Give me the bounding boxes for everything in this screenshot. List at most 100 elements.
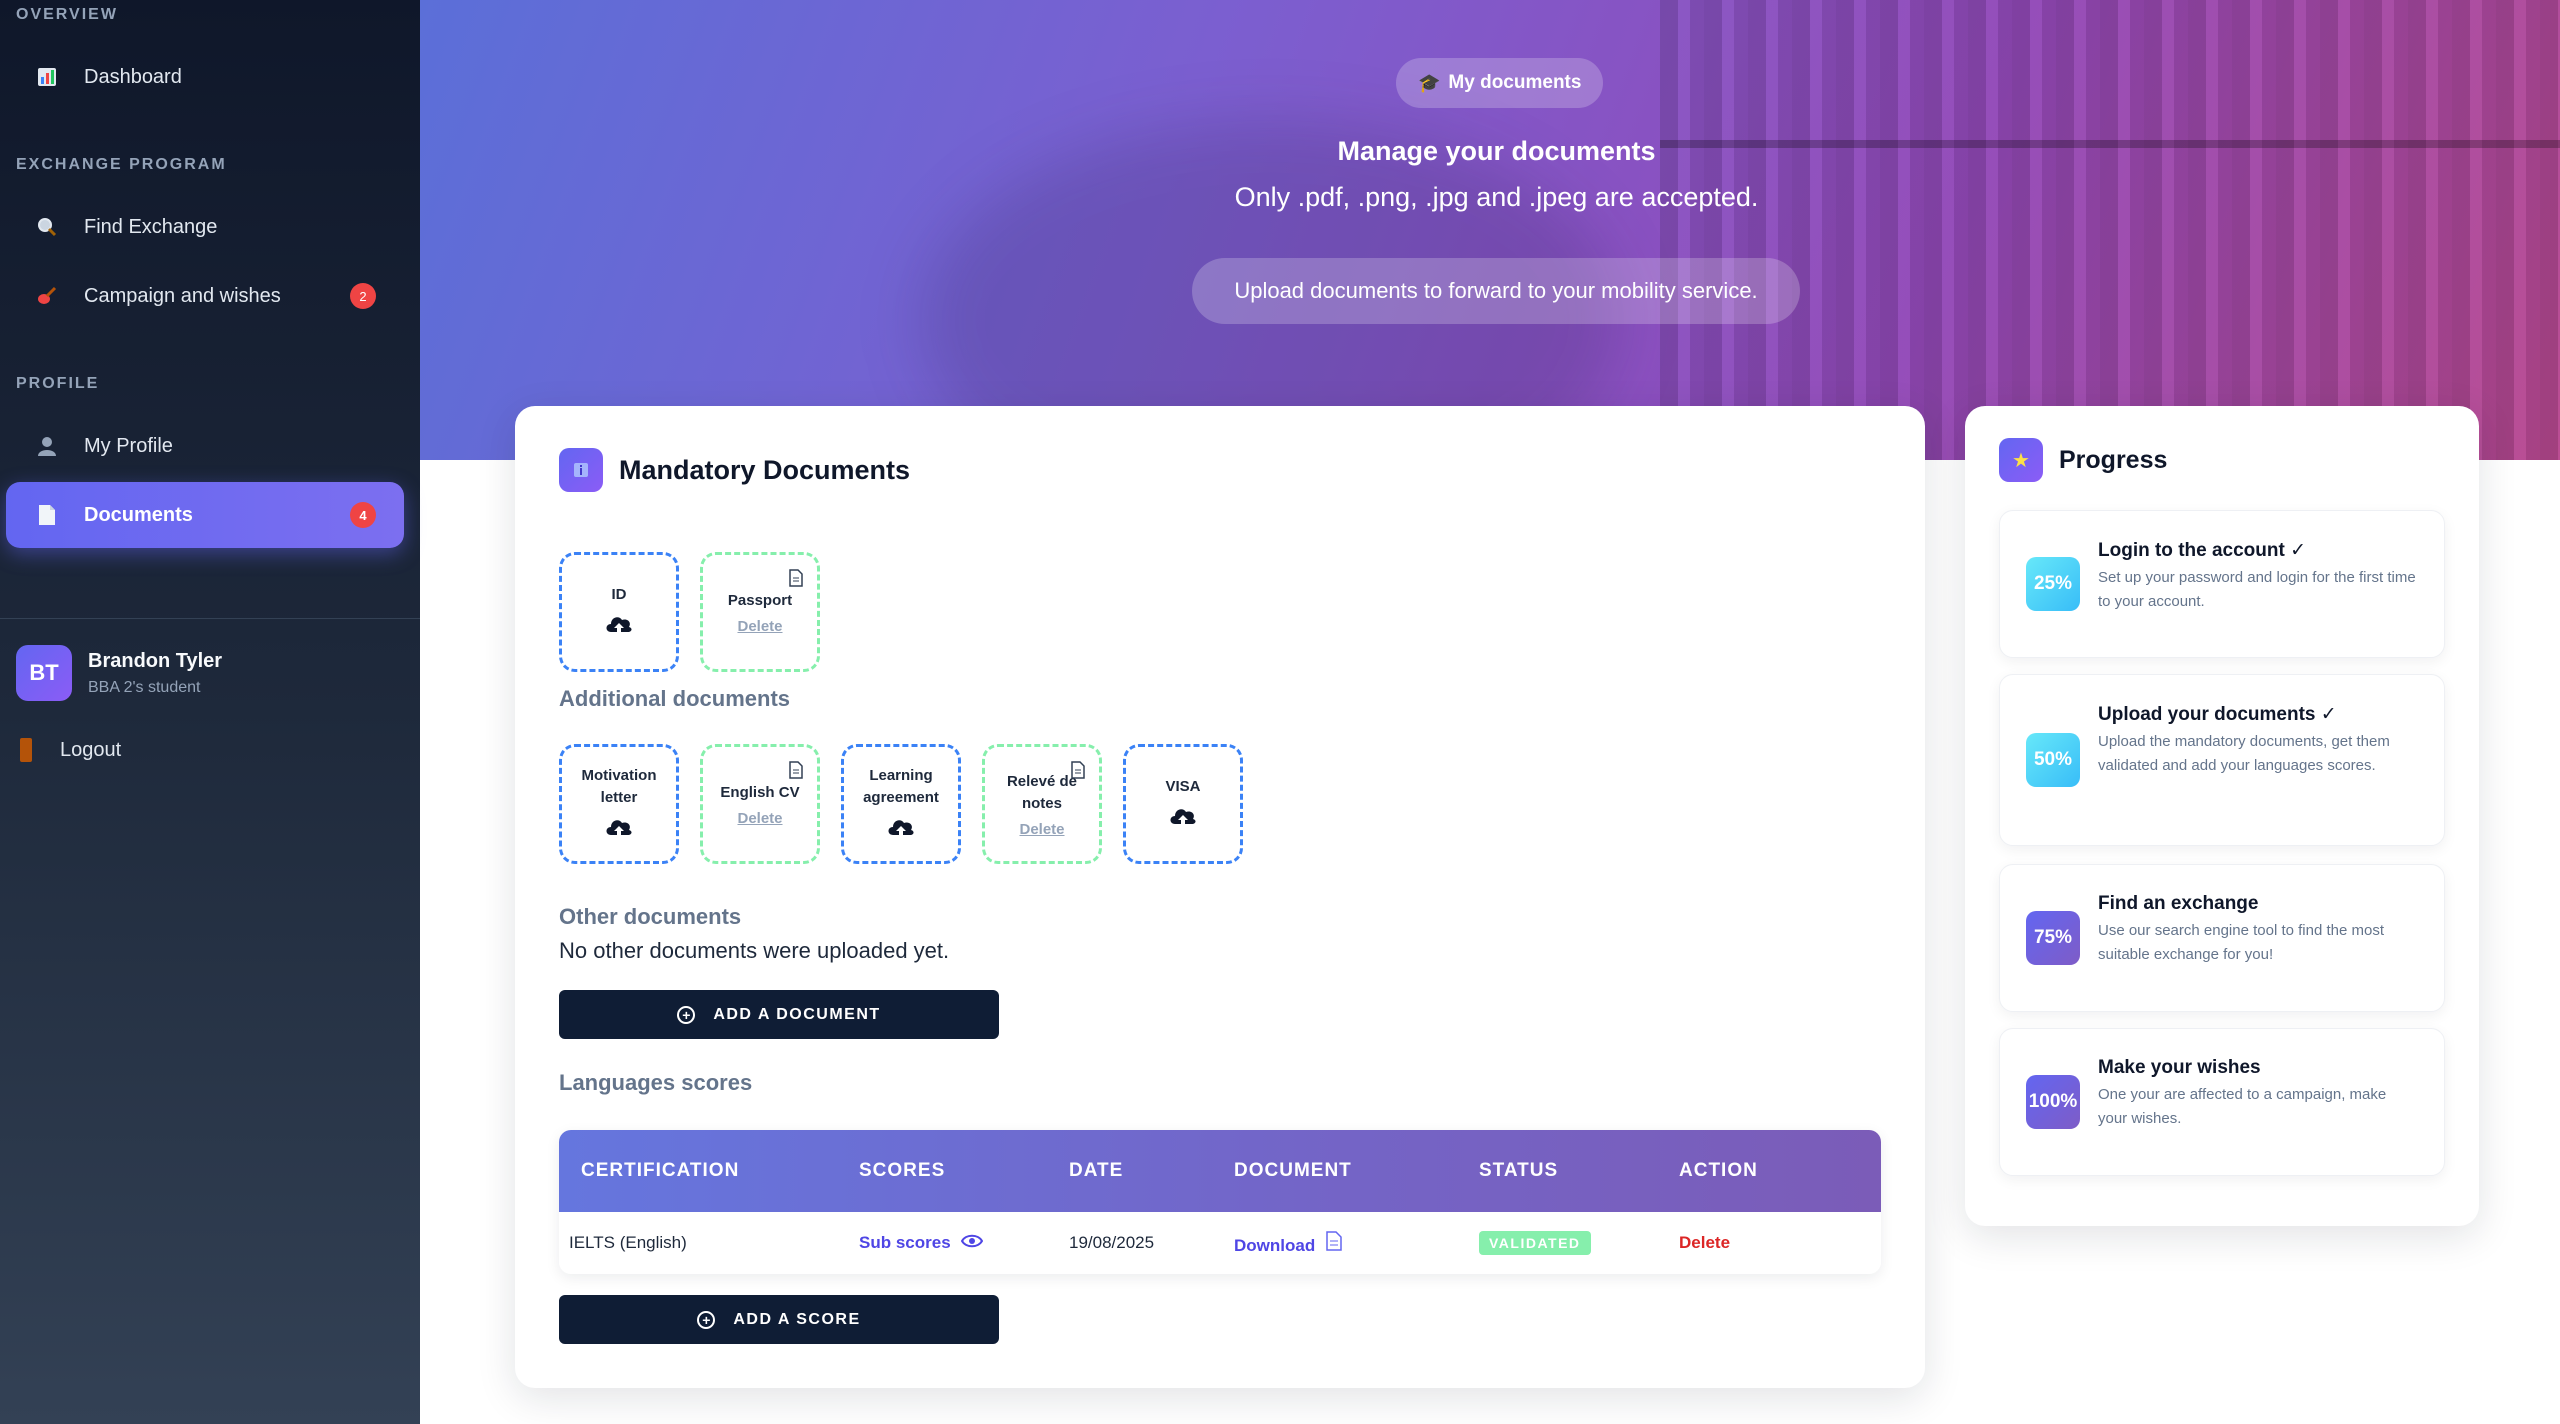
sub-scores-label: Sub scores [859, 1233, 951, 1252]
column-header-document: DOCUMENT [1234, 1160, 1352, 1181]
table-header-row: CERTIFICATION SCORES DATE DOCUMENT STATU… [559, 1130, 1881, 1212]
sidebar-item-documents[interactable]: Documents 4 [6, 482, 404, 548]
delete-link[interactable]: Delete [737, 810, 782, 827]
cloud-upload-icon[interactable] [1168, 804, 1198, 833]
tile-label: ID [611, 585, 627, 603]
logout-label: Logout [60, 738, 122, 761]
progress-step-wishes: 100% Make your wishes One your are affec… [1999, 1028, 2445, 1176]
sidebar-item-label: Campaign and wishes [84, 284, 281, 307]
sidebar-item-label: My Profile [84, 434, 173, 457]
doc-tile-visa[interactable]: VISA [1123, 744, 1243, 864]
hero-background-bookshelf [1660, 0, 2560, 460]
file-icon [1326, 1230, 1342, 1255]
user-role: BBA 2's student [88, 678, 201, 696]
my-documents-chip: 🎓 My documents [1396, 58, 1604, 108]
step-percent-badge: 100% [2026, 1075, 2080, 1129]
guitar-icon [34, 283, 60, 309]
user-name: Brandon Tyler [88, 649, 223, 672]
button-label: ADD A SCORE [733, 1310, 861, 1328]
sidebar-item-dashboard[interactable]: Dashboard [6, 44, 404, 110]
plus-circle-icon: + [697, 1310, 716, 1329]
plus-circle-icon: + [677, 1005, 696, 1024]
other-documents-title: Other documents [559, 904, 742, 929]
certification-cell: IELTS (English) [569, 1233, 687, 1252]
other-documents-empty-text: No other documents were uploaded yet. [559, 938, 950, 963]
date-cell: 19/08/2025 [1069, 1233, 1155, 1252]
file-icon [789, 761, 803, 784]
step-description: Use our search engine tool to find the m… [2098, 922, 2384, 963]
file-icon [1071, 761, 1085, 784]
cloud-upload-icon[interactable] [604, 815, 634, 844]
cloud-upload-icon[interactable] [604, 612, 634, 641]
step-description: One your are affected to a campaign, mak… [2098, 1086, 2387, 1127]
logout-button[interactable]: Logout [20, 738, 121, 762]
hero-title: Manage your documents [1337, 136, 1656, 166]
download-link[interactable]: Download [1234, 1230, 1479, 1256]
column-header-date: DATE [1069, 1160, 1124, 1181]
user-card[interactable]: BT Brandon Tyler BBA 2's student [16, 645, 222, 701]
doc-tile-learning-agreement[interactable]: Learning agreement [841, 744, 961, 864]
check-icon: ✓ [2320, 704, 2337, 725]
additional-documents-title: Additional documents [559, 686, 790, 711]
door-icon [20, 738, 32, 762]
step-title: Find an exchange [2098, 893, 2259, 914]
step-percent-badge: 75% [2026, 911, 2080, 965]
step-description: Upload the mandatory documents, get them… [2098, 733, 2390, 774]
step-percent-badge: 50% [2026, 733, 2080, 787]
documents-card: Mandatory Documents ID Passport Delete A… [515, 406, 1925, 1388]
star-icon: ★ [1999, 438, 2043, 482]
check-icon: ✓ [2290, 540, 2307, 561]
doc-tile-passport[interactable]: Passport Delete [700, 552, 820, 672]
sidebar-item-label: Find Exchange [84, 215, 218, 238]
cloud-upload-icon[interactable] [886, 815, 916, 844]
add-document-button[interactable]: + ADD A DOCUMENT [559, 990, 999, 1039]
chip-label: My documents [1448, 72, 1582, 93]
progress-card: ★ Progress 25% Login to the account ✓ Se… [1965, 406, 2479, 1226]
doc-tile-english-cv[interactable]: English CV Delete [700, 744, 820, 864]
document-icon [34, 502, 60, 528]
sidebar-item-label: Documents [84, 503, 193, 526]
button-label: ADD A DOCUMENT [713, 1005, 881, 1023]
column-header-action: ACTION [1679, 1160, 1758, 1181]
status-badge: VALIDATED [1479, 1231, 1591, 1255]
step-title: Make your wishes [2098, 1057, 2261, 1078]
bar-chart-icon [34, 64, 60, 90]
status-cell: VALIDATED [1479, 1231, 1679, 1255]
tile-label: Passport [727, 591, 793, 609]
hero-subtitle: Only .pdf, .png, .jpg and .jpeg are acce… [1234, 182, 1759, 212]
sidebar-item-my-profile[interactable]: My Profile [6, 413, 404, 479]
sidebar-item-label: Dashboard [84, 65, 182, 88]
progress-step-login: 25% Login to the account ✓ Set up your p… [1999, 510, 2445, 658]
sidebar-divider [0, 618, 420, 619]
step-description: Set up your password and login for the f… [2098, 569, 2416, 610]
eye-icon [961, 1233, 984, 1252]
mandatory-documents-title: Mandatory Documents [619, 454, 911, 485]
delete-link[interactable]: Delete [737, 618, 782, 635]
doc-tile-releve-de-notes[interactable]: Relevé de notes Delete [982, 744, 1102, 864]
tile-label: Motivation letter [581, 766, 657, 806]
info-icon [559, 448, 603, 492]
sub-scores-link[interactable]: Sub scores [859, 1233, 1069, 1253]
doc-tile-motivation-letter[interactable]: Motivation letter [559, 744, 679, 864]
magnifier-icon [34, 214, 60, 240]
progress-step-upload: 50% Upload your documents ✓ Upload the m… [1999, 674, 2445, 846]
add-score-button[interactable]: + ADD A SCORE [559, 1295, 999, 1344]
languages-table: CERTIFICATION SCORES DATE DOCUMENT STATU… [559, 1130, 1881, 1274]
doc-tile-id[interactable]: ID [559, 552, 679, 672]
section-label-profile: PROFILE [16, 375, 100, 392]
avatar: BT [16, 645, 72, 701]
column-header-certification: CERTIFICATION [581, 1160, 740, 1181]
column-header-scores: SCORES [859, 1160, 946, 1181]
documents-count-badge: 4 [350, 502, 376, 528]
delete-link[interactable]: Delete [1019, 821, 1064, 838]
progress-title: Progress [2059, 445, 2168, 474]
progress-step-find-exchange: 75% Find an exchange Use our search engi… [1999, 864, 2445, 1012]
person-icon [34, 433, 60, 459]
graduation-cap-icon: 🎓 [1418, 72, 1441, 93]
delete-score-link[interactable]: Delete [1679, 1233, 1879, 1253]
section-label-overview: OVERVIEW [16, 6, 118, 23]
tile-label: English CV [720, 783, 800, 801]
table-row: IELTS (English) Sub scores 19/08/2025 Do… [559, 1212, 1881, 1274]
delete-label: Delete [1679, 1233, 1731, 1252]
sidebar-item-campaign[interactable]: Campaign and wishes 2 [6, 263, 404, 329]
